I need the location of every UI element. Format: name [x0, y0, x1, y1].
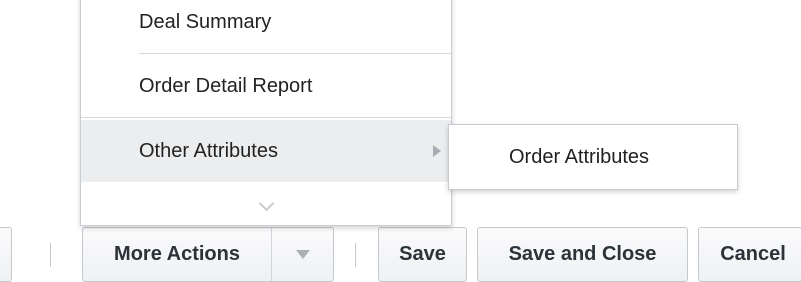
toolbar-separator — [355, 243, 356, 267]
save-button[interactable]: Save — [378, 227, 467, 282]
menu-item-label: Other Attributes — [139, 139, 278, 162]
menu-item-label: Deal Summary — [139, 11, 272, 33]
more-actions-menu: Deal Summary Order Detail Report Other A… — [80, 0, 452, 226]
toolbar-separator — [50, 243, 51, 267]
menu-divider — [81, 117, 451, 118]
triangle-down-icon — [296, 250, 310, 259]
menu-item-other-attributes[interactable]: Other Attributes — [81, 120, 451, 182]
menu-item-deal-summary[interactable]: Deal Summary — [81, 0, 451, 50]
more-actions-label: More Actions — [114, 243, 240, 265]
menu-item-order-detail-report[interactable]: Order Detail Report — [81, 59, 451, 113]
menu-divider — [139, 53, 451, 54]
cancel-button[interactable]: Cancel — [698, 227, 801, 282]
cancel-label: Cancel — [720, 243, 786, 265]
save-label: Save — [399, 243, 446, 265]
previous-button[interactable] — [0, 227, 12, 282]
menu-item-label: Order Detail Report — [139, 74, 313, 97]
submenu-arrow-icon — [433, 145, 441, 157]
more-actions-dropdown-toggle[interactable] — [272, 228, 334, 281]
menu-scroll-down[interactable] — [81, 191, 451, 221]
submenu-item-label: Order Attributes — [509, 145, 650, 168]
other-attributes-submenu: Order Attributes — [448, 124, 738, 190]
more-actions-button[interactable]: More Actions — [82, 227, 334, 282]
save-and-close-button[interactable]: Save and Close — [477, 227, 688, 282]
chevron-down-icon — [258, 195, 274, 211]
submenu-item-order-attributes[interactable]: Order Attributes — [449, 125, 737, 189]
save-and-close-label: Save and Close — [508, 243, 657, 265]
action-toolbar: More Actions Save Save and Close Cancel — [0, 227, 801, 282]
